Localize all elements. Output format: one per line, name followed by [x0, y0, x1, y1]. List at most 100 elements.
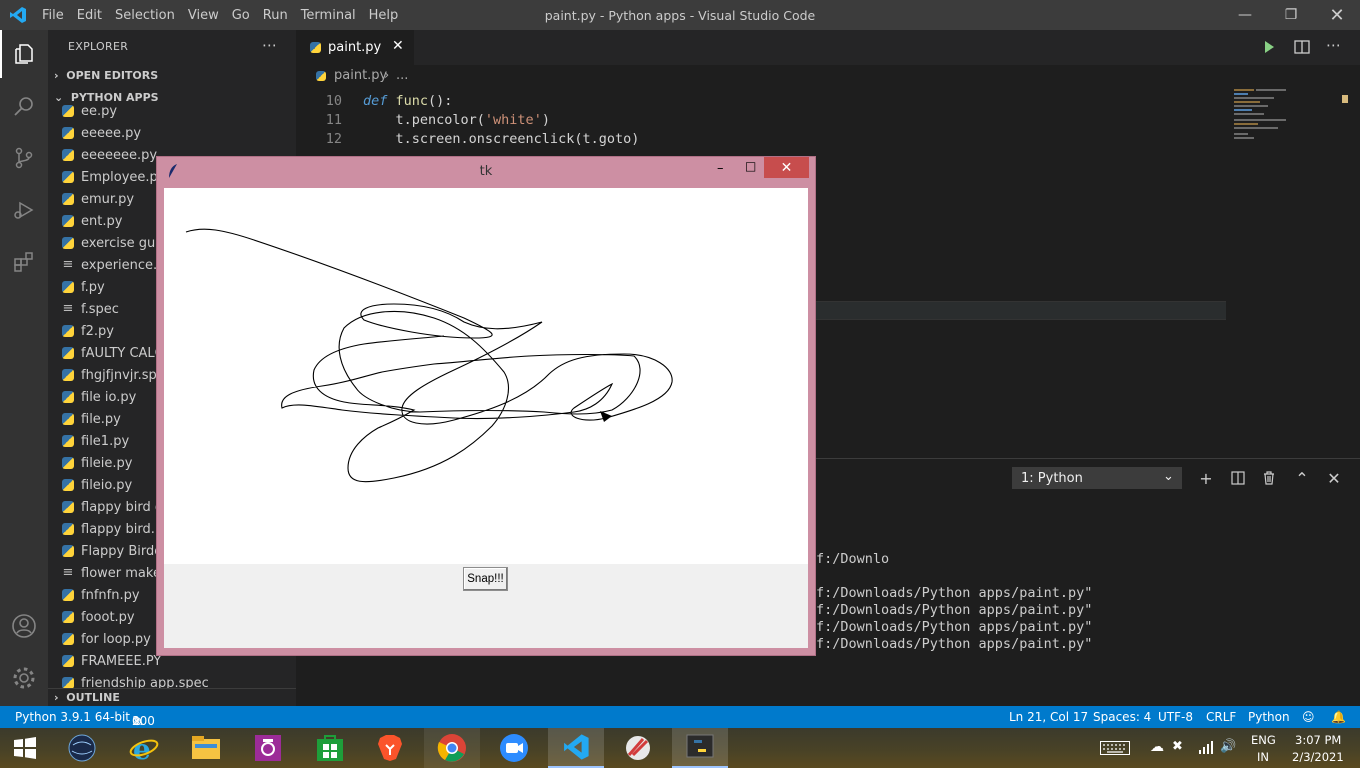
line-number: 11	[325, 112, 342, 128]
paint-tool-icon[interactable]	[610, 728, 666, 768]
vscode-taskbar-icon[interactable]	[548, 728, 604, 768]
tk-maximize-icon[interactable]: □	[745, 159, 756, 173]
cursor-position[interactable]: Ln 21, Col 17	[1009, 710, 1088, 724]
search-icon[interactable]	[0, 82, 48, 130]
clock-date[interactable]: 2/3/2021	[1292, 750, 1344, 764]
text-file-icon: ≡	[62, 301, 74, 316]
run-file-icon[interactable]	[1262, 40, 1276, 54]
encoding[interactable]: UTF-8	[1158, 710, 1193, 724]
new-terminal-icon[interactable]: +	[1194, 467, 1218, 489]
window-title: paint.py - Python apps - Visual Studio C…	[544, 8, 816, 23]
split-terminal-icon[interactable]	[1226, 467, 1250, 489]
file-name: fileio.py	[81, 477, 133, 493]
file-name: fooot.py	[81, 609, 135, 625]
python-tk-taskbar-icon[interactable]	[672, 728, 728, 768]
python-apps-folder[interactable]: ⌄ PYTHON APPS	[54, 91, 159, 104]
globe-app-icon[interactable]	[54, 728, 110, 768]
line-number: 12	[325, 131, 342, 147]
tab-paint-py[interactable]: paint.py ✕	[296, 30, 414, 65]
split-editor-icon[interactable]	[1294, 40, 1310, 54]
tk-title-bar[interactable]: tk – □ ✕	[157, 157, 815, 187]
close-icon[interactable]: ✕	[1314, 0, 1360, 30]
close-panel-icon[interactable]: ✕	[1322, 467, 1346, 489]
python-file-icon	[62, 655, 74, 667]
python-file-icon	[62, 193, 74, 205]
tab-label: paint.py	[328, 40, 382, 55]
indentation[interactable]: Spaces: 4	[1093, 710, 1151, 724]
tab-close-icon[interactable]: ✕	[392, 38, 404, 54]
code-text: t.pencolor(	[363, 112, 485, 128]
run-debug-icon[interactable]	[0, 186, 48, 234]
maximize-panel-icon[interactable]: ⌃	[1290, 467, 1314, 489]
activity-bar	[0, 30, 48, 706]
file-tree-item[interactable]: ee.py	[62, 104, 296, 122]
brave-browser-icon[interactable]	[362, 728, 418, 768]
keyboard-icon[interactable]	[1100, 741, 1130, 755]
signal-icon[interactable]	[1198, 740, 1214, 754]
file-name: FRAMEEE.PY	[81, 653, 162, 669]
tk-window: tk – □ ✕ Snap!!!	[156, 156, 816, 656]
python-file-icon	[62, 479, 74, 491]
python-file-icon	[62, 325, 74, 337]
restore-icon[interactable]: ❐	[1268, 0, 1314, 30]
store-app-icon[interactable]	[302, 728, 358, 768]
status-bar: Python 3.9.1 64-bit ⊗ 0 ⚠ 100 Ln 21, Col…	[0, 706, 1360, 728]
file-name: file.py	[81, 411, 121, 427]
kill-terminal-icon[interactable]	[1257, 467, 1281, 489]
snap-button[interactable]: Snap!!!	[463, 567, 508, 591]
file-name: fAULTY CALC	[81, 345, 164, 361]
keyword: def	[363, 93, 388, 109]
minimize-icon[interactable]: —	[1222, 0, 1268, 30]
editor-more-icon[interactable]: ⋯	[1326, 36, 1341, 54]
windows-taskbar: e ☁ ✖ 🔊 ENG IN 3:07 PM 2/3/2021	[0, 728, 1360, 768]
file-tree-item[interactable]: eeeee.py	[62, 122, 296, 144]
camera-app-icon[interactable]	[240, 728, 296, 768]
python-file-icon	[62, 391, 74, 403]
line-number: 10	[325, 93, 342, 109]
minimap[interactable]	[1232, 87, 1348, 147]
outline-section[interactable]: › OUTLINE	[48, 688, 296, 706]
file-explorer-icon[interactable]	[178, 728, 234, 768]
extensions-icon[interactable]	[0, 238, 48, 286]
terminal-line: f:/Downloads/Python apps/paint.py"	[816, 619, 1093, 635]
settings-gear-icon[interactable]	[0, 654, 48, 702]
account-icon[interactable]	[0, 602, 48, 650]
feedback-icon[interactable]: ☺	[1302, 710, 1315, 724]
python-file-icon	[62, 105, 74, 117]
tk-close-icon[interactable]: ✕	[764, 157, 809, 178]
language-region[interactable]: IN	[1257, 750, 1269, 764]
language-code[interactable]: ENG	[1251, 733, 1276, 747]
chevron-right-icon: ›	[54, 69, 59, 82]
python-file-icon	[62, 611, 74, 623]
volume-icon[interactable]: 🔊	[1220, 739, 1236, 754]
file-name: fnfnfn.py	[81, 587, 140, 603]
file-name: f2.py	[81, 323, 114, 339]
open-editors-section[interactable]: › OPEN EDITORS	[54, 69, 158, 82]
clock-time[interactable]: 3:07 PM	[1295, 733, 1341, 747]
code-text: ():	[428, 93, 453, 109]
chevron-down-icon: ⌄	[1163, 469, 1174, 484]
python-file-icon	[62, 127, 74, 139]
internet-explorer-icon[interactable]: e	[116, 728, 172, 768]
windows-start-icon[interactable]	[0, 728, 50, 768]
network-icon[interactable]: ✖	[1172, 739, 1183, 754]
line-ending[interactable]: CRLF	[1206, 710, 1236, 724]
drawing-canvas[interactable]	[164, 188, 808, 564]
cloud-icon[interactable]: ☁	[1150, 739, 1164, 755]
source-control-icon[interactable]	[0, 134, 48, 182]
notifications-bell-icon[interactable]: 🔔	[1331, 710, 1346, 724]
explorer-icon[interactable]	[0, 30, 48, 78]
scribble-drawing	[185, 228, 673, 483]
chrome-icon[interactable]	[424, 728, 480, 768]
python-file-icon	[62, 457, 74, 469]
python-file-icon	[62, 545, 74, 557]
more-actions-icon[interactable]: ⋯	[262, 36, 277, 54]
svg-text:e: e	[133, 733, 151, 763]
python-file-icon	[62, 501, 74, 513]
terminal-select[interactable]: 1: Python ⌄	[1012, 467, 1182, 489]
clipped-line	[296, 79, 596, 85]
language-mode[interactable]: Python	[1248, 710, 1290, 724]
zoom-app-icon[interactable]	[486, 728, 542, 768]
tk-minimize-icon[interactable]: –	[717, 161, 724, 176]
python-interpreter[interactable]: Python 3.9.1 64-bit	[15, 710, 130, 724]
